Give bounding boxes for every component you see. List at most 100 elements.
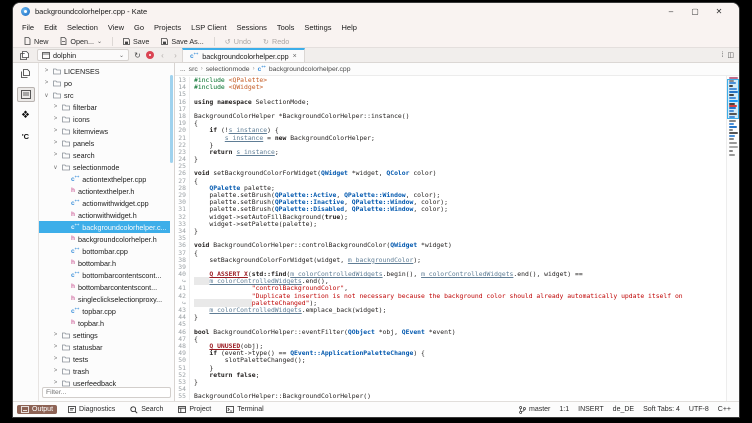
- open-dropdown-icon[interactable]: ⌄: [97, 38, 102, 45]
- menu-selection[interactable]: Selection: [62, 20, 103, 35]
- breadcrumb-selectionmode[interactable]: selectionmode: [206, 66, 250, 73]
- documents-sidebar-button[interactable]: [17, 66, 35, 81]
- highlight-mode[interactable]: C++: [718, 406, 731, 413]
- tree-item-topbar.cpp[interactable]: c++topbar.cpp: [39, 305, 170, 317]
- expand-icon[interactable]: >: [52, 368, 59, 374]
- menu-edit[interactable]: Edit: [39, 20, 62, 35]
- minimize-button[interactable]: –: [659, 3, 683, 20]
- expand-icon[interactable]: >: [52, 140, 59, 146]
- tree-item-actionwithwidget.cpp[interactable]: c++actionwithwidget.cpp: [39, 197, 170, 209]
- tree-item-selectionmode[interactable]: ∨selectionmode: [39, 161, 170, 173]
- tree-item-singleclickselectionproxy[interactable]: hsingleclickselectionproxy...: [39, 293, 170, 305]
- tree-item-bottombar.cpp[interactable]: c++bottombar.cpp: [39, 245, 170, 257]
- menu-projects[interactable]: Projects: [149, 20, 186, 35]
- code-line-38[interactable]: 38 setBackgroundColorForWidget(widget, m…: [175, 257, 726, 264]
- save-button[interactable]: Save: [118, 36, 154, 47]
- undo-button[interactable]: ↺ Undo: [220, 36, 256, 47]
- close-button[interactable]: ✕: [707, 3, 731, 20]
- tab-backgroundcolorhelper[interactable]: c++ backgroundcolorhelper.cpp ×: [182, 48, 305, 62]
- dictionary[interactable]: de_DE: [613, 406, 634, 413]
- cursor-position[interactable]: 1:1: [559, 406, 569, 413]
- menu-sessions[interactable]: Sessions: [231, 20, 271, 35]
- tree-item-kitemviews[interactable]: >kitemviews: [39, 125, 170, 137]
- code-line-44[interactable]: 44}: [175, 314, 726, 321]
- error-badge[interactable]: [146, 51, 154, 59]
- encoding[interactable]: UTF-8: [689, 406, 709, 413]
- tree-item-actiontexthelper.cpp[interactable]: c++actiontexthelper.cpp: [39, 173, 170, 185]
- tree-item-statusbar[interactable]: >statusbar: [39, 341, 170, 353]
- menu-view[interactable]: View: [103, 20, 129, 35]
- code-line-36[interactable]: 36void BackgroundColorHelper::controlBac…: [175, 242, 726, 249]
- tree-item-bottombarcontentscont[interactable]: c++bottombarcontentscont...: [39, 269, 170, 281]
- toolview-project-button[interactable]: Project: [174, 405, 215, 414]
- menu-go[interactable]: Go: [129, 20, 149, 35]
- code-line-24[interactable]: 24}: [175, 156, 726, 163]
- menu-file[interactable]: File: [17, 20, 39, 35]
- code-line-43[interactable]: 43 m_colorControlledWidgets.emplace_back…: [175, 307, 726, 314]
- input-mode[interactable]: INSERT: [578, 406, 604, 413]
- tree-item-licenses[interactable]: >LICENSES: [39, 65, 170, 77]
- expand-icon[interactable]: >: [52, 104, 59, 110]
- redo-button[interactable]: ↻ Redo: [258, 36, 294, 47]
- tab-close-icon[interactable]: ×: [293, 53, 297, 60]
- tree-item-icons[interactable]: >icons: [39, 113, 170, 125]
- code-line-46[interactable]: 46bool BackgroundColorHelper::eventFilte…: [175, 329, 726, 336]
- tree-item-backgroundcolorhelper.c[interactable]: c++backgroundcolorhelper.c...: [39, 221, 170, 233]
- expand-icon[interactable]: >: [52, 356, 59, 362]
- reload-project-button[interactable]: ↻: [131, 48, 144, 62]
- expand-icon[interactable]: >: [43, 80, 50, 86]
- tree-item-filterbar[interactable]: >filterbar: [39, 101, 170, 113]
- tab-overflow-icon[interactable]: ⁞: [721, 52, 723, 59]
- tree-item-backgroundcolorhelper.h[interactable]: hbackgroundcolorhelper.h: [39, 233, 170, 245]
- documents-stack-icon[interactable]: [13, 48, 35, 62]
- breadcrumb-overflow[interactable]: ...: [180, 66, 186, 73]
- tree-item-bottombar.h[interactable]: hbottombar.h: [39, 257, 170, 269]
- expand-icon[interactable]: >: [52, 116, 59, 122]
- code-line-53[interactable]: 53}: [175, 379, 726, 386]
- code-view[interactable]: 13#include <QPalette>14#include <QWidget…: [175, 76, 726, 401]
- menu-settings[interactable]: Settings: [299, 20, 336, 35]
- tab-mode[interactable]: Soft Tabs: 4: [643, 406, 680, 413]
- projects-sidebar-button[interactable]: [17, 87, 35, 102]
- code-line-26[interactable]: 26void setBackgroundColorForWidget(QWidg…: [175, 170, 726, 177]
- code-line-55[interactable]: 55BackgroundColorHelper::BackgroundColor…: [175, 393, 726, 400]
- tree-item-src[interactable]: ∨src: [39, 89, 170, 101]
- expand-icon[interactable]: >: [52, 128, 59, 134]
- menu-help[interactable]: Help: [337, 20, 362, 35]
- code-line-16[interactable]: 16using namespace SelectionMode;: [175, 99, 726, 106]
- tree-scrollbar[interactable]: [170, 75, 173, 163]
- toolview-output-button[interactable]: Output: [17, 405, 57, 414]
- project-selector[interactable]: dolphin ⌄: [37, 49, 129, 61]
- symbols-sidebar-button[interactable]: 'C: [17, 129, 35, 144]
- tree-item-trash[interactable]: >trash: [39, 365, 170, 377]
- expand-icon[interactable]: >: [52, 332, 59, 338]
- expand-icon[interactable]: >: [43, 68, 50, 74]
- tree-item-settings[interactable]: >settings: [39, 329, 170, 341]
- back-button[interactable]: ‹: [156, 48, 169, 62]
- new-button[interactable]: New: [19, 36, 53, 47]
- expand-icon[interactable]: >: [52, 380, 59, 386]
- tree-filter-input[interactable]: [42, 387, 171, 398]
- tree-item-panels[interactable]: >panels: [39, 137, 170, 149]
- expand-icon[interactable]: >: [52, 152, 59, 158]
- tree-item-tests[interactable]: >tests: [39, 353, 170, 365]
- tree-item-topbar.h[interactable]: htopbar.h: [39, 317, 170, 329]
- split-view-icon[interactable]: ◫: [727, 51, 734, 59]
- toolview-search-button[interactable]: Search: [126, 405, 167, 415]
- menu-lsp-client[interactable]: LSP Client: [186, 20, 231, 35]
- code-line-34[interactable]: 34}: [175, 228, 726, 235]
- tree-item-search[interactable]: >search: [39, 149, 170, 161]
- toolview-terminal-button[interactable]: Terminal: [222, 405, 267, 414]
- code-line-18[interactable]: 18BackgroundColorHelper *BackgroundColor…: [175, 113, 726, 120]
- code-line-33[interactable]: 33 widget->setPalette(palette);: [175, 221, 726, 228]
- menu-tools[interactable]: Tools: [272, 20, 300, 35]
- expand-icon[interactable]: >: [52, 344, 59, 350]
- code-line-52[interactable]: 52 return false;: [175, 372, 726, 379]
- tree-item-actiontexthelper.h[interactable]: hactiontexthelper.h: [39, 185, 170, 197]
- maximize-button[interactable]: ▢: [683, 3, 707, 20]
- open-button[interactable]: Open... ⌄: [55, 36, 107, 47]
- tree-item-bottombarcontentscont[interactable]: hbottombarcontentscont...: [39, 281, 170, 293]
- git-sidebar-button[interactable]: ❖: [17, 108, 35, 123]
- forward-button[interactable]: ›: [169, 48, 182, 62]
- code-line-21[interactable]: 21 s_instance = new BackgroundColorHelpe…: [175, 135, 726, 142]
